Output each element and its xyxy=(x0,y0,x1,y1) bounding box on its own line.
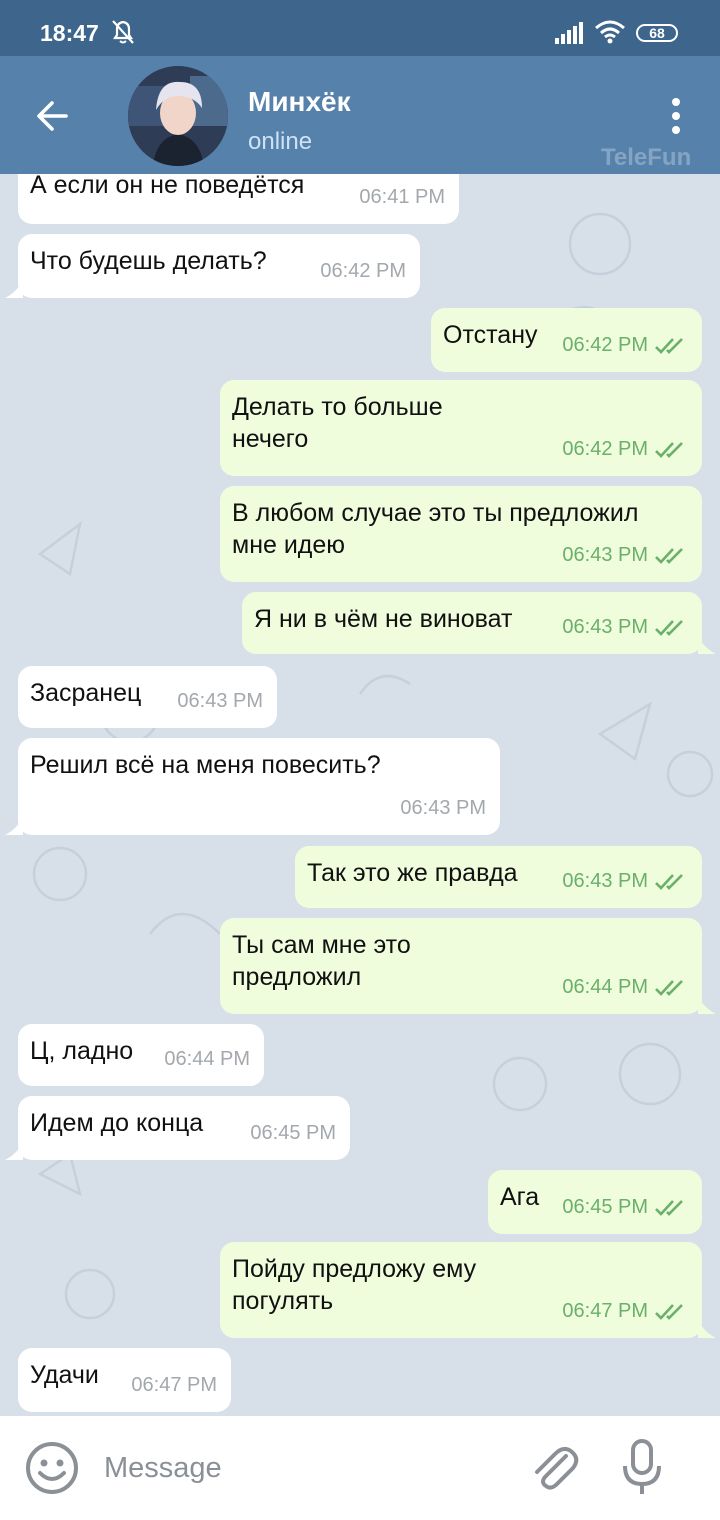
message-outgoing[interactable]: В любом случае это ты предложил мне идею… xyxy=(220,486,702,582)
message-text: Решил всё на меня повесить? xyxy=(30,751,381,779)
double-check-icon xyxy=(655,547,683,564)
back-arrow-icon[interactable] xyxy=(34,98,70,139)
battery-indicator: 68 xyxy=(636,24,678,42)
avatar[interactable] xyxy=(128,66,228,166)
message-time: 06:44 PM xyxy=(562,971,688,1003)
message-time: 06:45 PM xyxy=(562,1191,688,1223)
emoji-icon[interactable] xyxy=(24,1440,80,1501)
chat-header: Минхёк online TeleFun xyxy=(0,56,720,174)
message-outgoing[interactable]: Ага 06:45 PM xyxy=(488,1170,702,1234)
message-incoming[interactable]: Удачи 06:47 PM xyxy=(18,1348,231,1412)
message-time: 06:44 PM xyxy=(164,1048,250,1070)
muted-bell-icon xyxy=(110,18,136,51)
message-outgoing[interactable]: Я ни в чём не виноват 06:43 PM xyxy=(242,592,702,654)
message-time: 06:41 PM xyxy=(359,186,445,208)
double-check-icon xyxy=(655,873,683,890)
attach-icon[interactable] xyxy=(526,1440,582,1501)
wifi-icon xyxy=(594,20,626,49)
message-outgoing[interactable]: Пойду предложу ему погулять 06:47 PM xyxy=(220,1242,702,1338)
contact-name[interactable]: Минхёк xyxy=(248,86,351,118)
message-incoming[interactable]: А если он не поведётся 06:41 PM xyxy=(18,174,459,224)
message-incoming[interactable]: Засранец 06:43 PM xyxy=(18,666,277,728)
message-list[interactable]: А если он не поведётся 06:41 PM Что буде… xyxy=(0,174,720,1416)
status-time: 18:47 xyxy=(40,20,99,46)
message-time: 06:43 PM xyxy=(562,539,688,571)
double-check-icon xyxy=(655,441,683,458)
message-composer: Message xyxy=(0,1416,720,1520)
message-outgoing[interactable]: Ты сам мне это предложил 06:44 PM xyxy=(220,918,702,1014)
message-time: 06:42 PM xyxy=(562,433,688,465)
signal-icon xyxy=(555,22,585,49)
message-outgoing[interactable]: Отстану 06:42 PM xyxy=(431,308,702,372)
message-time: 06:42 PM xyxy=(320,260,406,282)
double-check-icon xyxy=(655,1303,683,1320)
more-vertical-icon[interactable] xyxy=(664,96,688,141)
message-incoming[interactable]: Что будешь делать? 06:42 PM xyxy=(18,234,420,298)
status-bar: 18:47 68 xyxy=(0,0,720,56)
double-check-icon xyxy=(655,1199,683,1216)
message-outgoing[interactable]: Так это же правда 06:43 PM xyxy=(295,846,702,908)
message-outgoing[interactable]: Делать то больше нечего 06:42 PM xyxy=(220,380,702,476)
message-time: 06:42 PM xyxy=(562,329,688,361)
message-time: 06:47 PM xyxy=(562,1295,688,1327)
message-time: 06:43 PM xyxy=(562,865,688,897)
double-check-icon xyxy=(655,619,683,636)
message-incoming[interactable]: Ц, ладно 06:44 PM xyxy=(18,1024,264,1086)
message-input[interactable]: Message xyxy=(104,1452,222,1485)
message-time: 06:43 PM xyxy=(400,797,486,819)
message-incoming[interactable]: Решил всё на меня повесить? 06:43 PM xyxy=(18,738,500,835)
message-time: 06:47 PM xyxy=(131,1374,217,1396)
watermark: TeleFun xyxy=(601,144,692,171)
double-check-icon xyxy=(655,337,683,354)
double-check-icon xyxy=(655,979,683,996)
message-time: 06:43 PM xyxy=(177,690,263,712)
contact-status: online xyxy=(248,128,313,155)
message-time: 06:45 PM xyxy=(250,1122,336,1144)
message-incoming[interactable]: Идем до конца 06:45 PM xyxy=(18,1096,350,1160)
message-time: 06:43 PM xyxy=(562,611,688,643)
microphone-icon[interactable] xyxy=(620,1438,664,1503)
